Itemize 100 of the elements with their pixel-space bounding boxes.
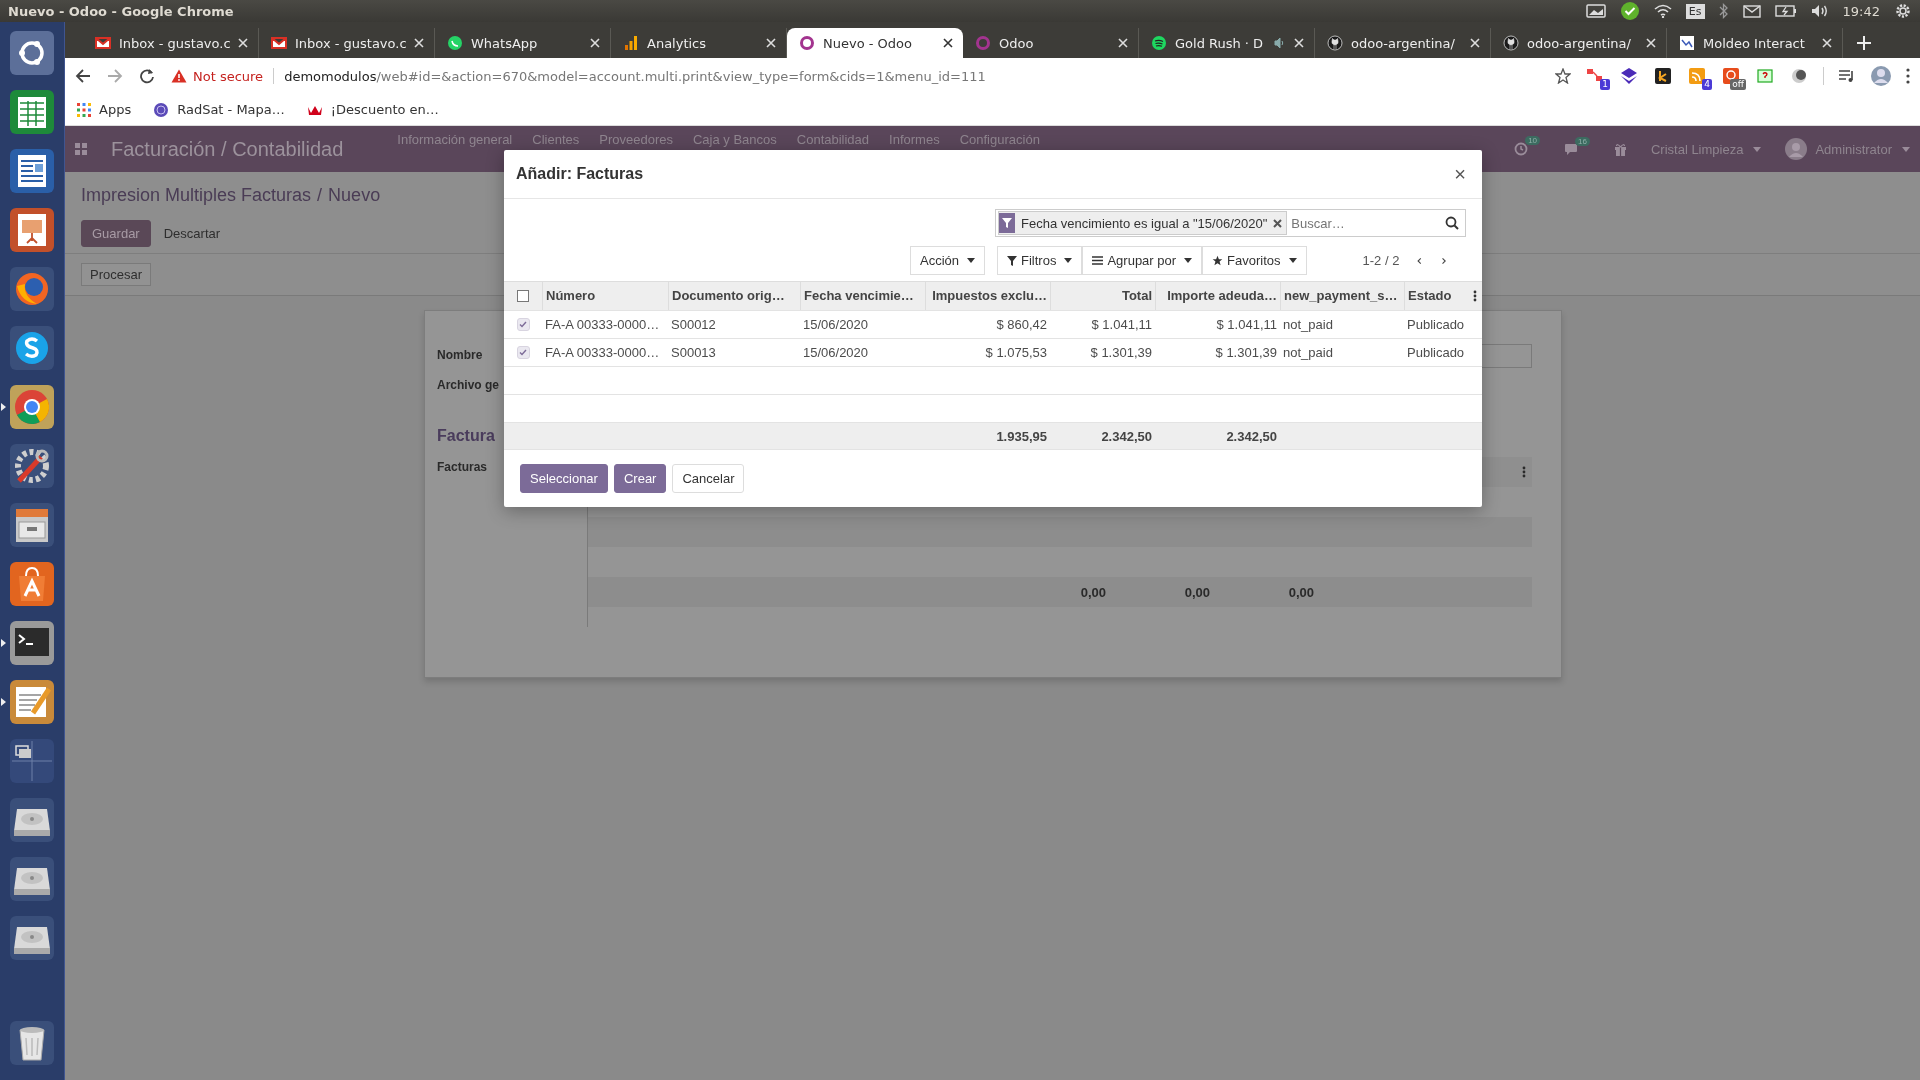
dropdown-button[interactable]: Filtros — [997, 246, 1083, 275]
caret-icon — [1753, 146, 1762, 152]
table-cell-text: not_paid — [1282, 345, 1334, 360]
shopping-bag-icon[interactable] — [9, 561, 55, 607]
dropdown-button[interactable]: Agrupar por — [1082, 246, 1203, 275]
bluetooth-icon[interactable] — [1718, 3, 1729, 19]
clock-icon[interactable] — [1514, 142, 1529, 156]
workspaces-icon[interactable] — [9, 738, 55, 784]
column-header[interactable]: Total — [1050, 282, 1155, 310]
clock[interactable]: 19:42 — [1842, 3, 1880, 19]
battery-icon[interactable] — [1774, 5, 1797, 17]
security-status[interactable]: Not secure — [193, 68, 264, 84]
help-icon[interactable] — [1756, 67, 1774, 85]
column-header[interactable]: Número — [542, 282, 668, 310]
wrench-gear-icon[interactable] — [9, 443, 55, 489]
chat-icon[interactable] — [1564, 142, 1579, 156]
message-count: 16 — [1575, 136, 1590, 146]
remove-icon[interactable] — [1273, 218, 1283, 228]
column-options-icon[interactable] — [1522, 466, 1526, 478]
table-cell-text: 15/06/2020 — [802, 317, 870, 332]
filter-icon — [999, 213, 1015, 233]
total-value: 0,00 — [1079, 584, 1106, 600]
column-total: 2.342,50 — [1100, 428, 1153, 444]
dropdown-button[interactable]: Acción — [910, 246, 986, 275]
dropdown-button[interactable]: Favoritos — [1202, 246, 1307, 275]
total-value: 0,00 — [1183, 584, 1210, 600]
letter-tile-icon[interactable] — [1654, 67, 1672, 85]
volume-icon[interactable] — [1810, 4, 1829, 18]
speaker-icon[interactable] — [1274, 37, 1286, 49]
cancel-button[interactable]: Cancelar — [672, 464, 745, 493]
table-cell-text: $ 860,42 — [995, 317, 1048, 332]
cat-icon — [1327, 35, 1343, 51]
close-icon[interactable] — [943, 38, 953, 48]
wifi-icon[interactable] — [1653, 4, 1672, 18]
file-cabinet-icon[interactable] — [9, 502, 55, 548]
window-title: Nuevo - Odoo - Google Chrome — [8, 3, 235, 19]
browser-icon[interactable] — [9, 384, 55, 430]
new-tab-icon[interactable] — [1857, 36, 1871, 50]
pager-value[interactable]: 1-2 / 2 — [1362, 253, 1400, 268]
address-bar[interactable]: Not secure demomodulos/web#id=&action=670&model=account.multi.print&view_type=form&cids=1&menu_id=111 — [171, 62, 1539, 90]
layers-icon[interactable] — [1620, 67, 1638, 85]
close-button[interactable]: × — [1450, 162, 1470, 186]
mail-icon[interactable] — [1742, 4, 1761, 18]
primary-button[interactable]: Seleccionar — [520, 464, 608, 493]
discard-button[interactable]: Descartar — [152, 220, 232, 247]
process-button[interactable]: Procesar — [81, 263, 152, 286]
column-header[interactable]: Documento orig… — [668, 282, 800, 310]
power-gear-icon[interactable] — [1894, 2, 1912, 20]
column-header[interactable]: Fecha vencimie… — [800, 282, 925, 310]
gift-icon[interactable] — [1613, 142, 1627, 156]
caret-icon — [967, 258, 976, 263]
table-cell-text: $ 1.301,39 — [1214, 345, 1278, 360]
dialog-title: Añadir: Facturas — [516, 165, 644, 183]
apps-grid-icon — [77, 102, 91, 117]
hard-drive-icon[interactable] — [9, 797, 55, 843]
spreadsheet-icon[interactable] — [9, 89, 55, 135]
star-icon — [1212, 255, 1224, 266]
check-icon[interactable] — [1619, 1, 1640, 21]
browser-tab[interactable]: Nuevo - Odoo — [787, 28, 963, 58]
select-all-checkbox[interactable] — [517, 290, 529, 302]
table-cell-text: S00013 — [670, 345, 717, 360]
table-cell-text: $ 1.041,11 — [1090, 317, 1153, 332]
primary-button[interactable]: Crear — [613, 464, 667, 493]
bookmark[interactable]: Apps — [77, 102, 132, 117]
menu-icon[interactable] — [1906, 68, 1910, 84]
bookmark[interactable]: ¡Descuento en… — [306, 102, 439, 117]
hard-drive-icon[interactable] — [9, 915, 55, 961]
table-cell-text: Publicado — [1406, 317, 1466, 332]
browser-icon[interactable] — [9, 266, 55, 312]
list-icon — [1092, 256, 1104, 265]
media-queue-icon[interactable] — [1838, 69, 1856, 83]
trash-icon[interactable] — [9, 1020, 55, 1066]
column-options-icon[interactable] — [1473, 290, 1477, 302]
search-field[interactable]: Fecha vencimiento es igual a "15/06/2020" Buscar… — [995, 209, 1466, 237]
ubuntu-logo-icon[interactable] — [9, 30, 55, 76]
row-checkbox[interactable] — [516, 346, 530, 359]
terminal-icon[interactable] — [9, 620, 55, 666]
column-header[interactable]: Impuestos exclu… — [925, 282, 1050, 310]
bookmark[interactable]: RadSat - Mapa… — [153, 101, 285, 118]
back-icon[interactable] — [75, 68, 91, 84]
table-row[interactable]: FA-A 00333-0000… S00012 15/06/2020 $ 860,42 $ 1.041,11 $ 1.041,11 not_paid Publicado — [504, 311, 1482, 339]
display-icon[interactable] — [1585, 4, 1606, 18]
column-header[interactable]: new_payment_s… — [1280, 282, 1404, 310]
notepad-pencil-icon[interactable] — [9, 679, 55, 725]
document-icon[interactable] — [9, 148, 55, 194]
presentation-icon[interactable] — [9, 207, 55, 253]
table-row[interactable]: FA-A 00333-0000… S00013 15/06/2020 $ 1.075,53 $ 1.301,39 $ 1.301,39 not_paid Publicado — [504, 339, 1482, 367]
column-header[interactable]: Importe adeuda… — [1155, 282, 1280, 310]
row-checkbox[interactable] — [516, 318, 530, 331]
star-icon[interactable] — [1555, 68, 1571, 84]
filter-facet[interactable]: Fecha vencimiento es igual a "15/06/2020" — [998, 211, 1288, 235]
caret-icon — [1902, 146, 1910, 152]
search-icon[interactable] — [1445, 216, 1459, 230]
hard-drive-icon[interactable] — [9, 856, 55, 902]
moon-icon[interactable] — [1790, 67, 1808, 85]
feed-icon[interactable] — [1688, 67, 1706, 85]
reload-icon[interactable] — [139, 68, 155, 84]
keyboard-layout[interactable]: Es — [1685, 3, 1705, 19]
avatar-icon[interactable] — [1870, 65, 1892, 87]
apps-grid-icon[interactable] — [75, 143, 87, 155]
